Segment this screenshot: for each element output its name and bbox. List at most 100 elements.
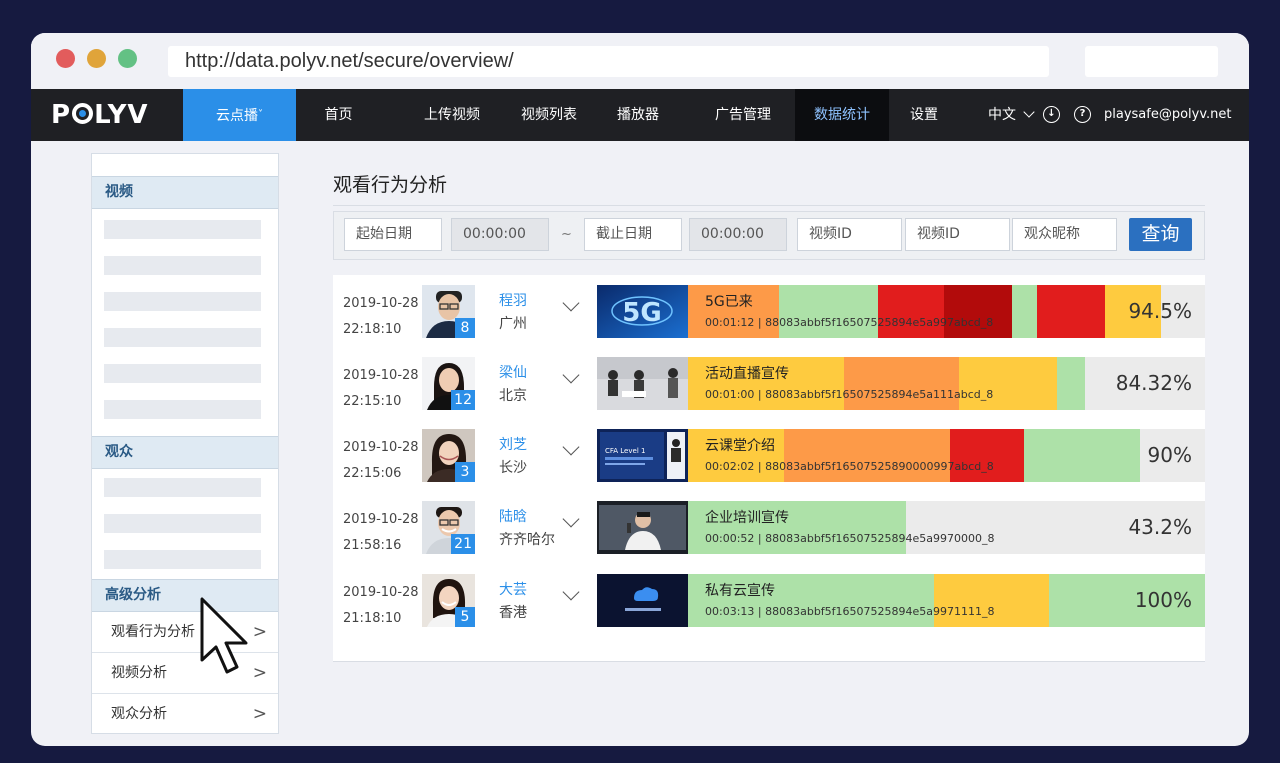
sidebar-placeholder — [104, 550, 261, 569]
sidebar-section-video[interactable]: 视频 — [92, 176, 278, 209]
view-time: 22:15:06 — [343, 466, 402, 481]
query-button[interactable]: 查询 — [1129, 218, 1192, 251]
thumbnail-text: 5G — [622, 298, 661, 328]
viewer-name[interactable]: 程羽 — [499, 290, 527, 310]
view-count-badge: 8 — [455, 318, 475, 338]
expand-chevron-icon[interactable] — [562, 438, 580, 456]
chevron-right-icon: > — [252, 704, 267, 724]
start-time-field[interactable]: 00:00:00 — [451, 218, 549, 251]
nav-home[interactable]: 首页 — [296, 89, 381, 141]
polyv-logo[interactable]: P LYV — [51, 89, 149, 141]
heatmap-bar: 云课堂介绍 00:02:02 | 88083abbf5f165075258900… — [688, 429, 1205, 482]
video-meta: 00:02:02 | 88083abbf5f16507525890000997a… — [705, 460, 994, 473]
viewer-city: 齐齐哈尔 — [499, 532, 555, 548]
heatmap-bar: 私有云宣传 00:03:13 | 88083abbf5f16507525894e… — [688, 574, 1205, 627]
video-meta: 00:00:52 | 88083abbf5f16507525894e5a9970… — [705, 532, 995, 545]
video-title: 云课堂介绍 — [705, 438, 775, 454]
browser-titlebar: http://data.polyv.net/secure/overview/ — [31, 33, 1249, 89]
completion-percent: 90% — [1147, 443, 1192, 467]
video-meta: 00:03:13 | 88083abbf5f16507525894e5a9971… — [705, 605, 995, 618]
table-row[interactable]: 2019-10-28 21:58:16 21 陆晗 齐齐哈尔 企业培训宣传 00:… — [333, 491, 1205, 563]
sidebar-item-label: 观看行为分析 — [111, 624, 195, 640]
nav-statistics[interactable]: 数据统计 — [795, 89, 889, 141]
viewer-city: 长沙 — [499, 460, 527, 476]
user-email[interactable]: playsafe@polyv.net — [1104, 89, 1232, 141]
video-meta: 00:01:00 | 88083abbf5f16507525894e5a111a… — [705, 388, 994, 401]
completion-percent: 94.5% — [1128, 299, 1192, 323]
video-thumbnail[interactable] — [597, 574, 688, 627]
browser-search-box[interactable] — [1085, 46, 1218, 77]
view-time: 21:18:10 — [343, 611, 402, 626]
expand-chevron-icon[interactable] — [562, 510, 580, 528]
nav-ad-management[interactable]: 广告管理 — [701, 89, 785, 141]
nav-player[interactable]: 播放器 — [596, 89, 680, 141]
language-selector[interactable]: 中文 — [988, 89, 1036, 141]
view-datetime: 2019-10-28 21:58:16 — [343, 507, 419, 559]
viewer-name[interactable]: 陆晗 — [499, 506, 527, 526]
viewer-city: 广州 — [499, 316, 527, 332]
nav-upload[interactable]: 上传视频 — [409, 89, 495, 141]
sidebar-item-label: 观众分析 — [111, 706, 167, 722]
video-title: 5G已来 — [705, 294, 753, 310]
view-count-badge: 3 — [455, 462, 475, 482]
page-title: 观看行为分析 — [333, 170, 1205, 206]
video-thumbnail[interactable] — [597, 357, 688, 410]
help-icon[interactable]: ? — [1074, 106, 1091, 123]
viewer-nickname-field[interactable]: 观众昵称 — [1012, 218, 1117, 251]
mouse-cursor-icon — [199, 596, 255, 680]
sidebar-placeholder — [104, 292, 261, 311]
expand-chevron-icon[interactable] — [562, 366, 580, 384]
maximize-window-button[interactable] — [118, 49, 137, 68]
sidebar-placeholder — [104, 478, 261, 497]
start-date-field[interactable]: 起始日期 — [344, 218, 442, 251]
close-window-button[interactable] — [56, 49, 75, 68]
completion-percent: 84.32% — [1115, 371, 1192, 395]
nav-settings[interactable]: 设置 — [889, 89, 959, 141]
video-id-field-2[interactable]: 视频ID — [905, 218, 1010, 251]
nav-vod-label: 云点播 — [216, 108, 258, 124]
table-row[interactable]: 2019-10-28 22:15:10 12 梁仙 北京 活动直播宣传 00:0… — [333, 347, 1205, 419]
nav-video-list[interactable]: 视频列表 — [506, 89, 592, 141]
table-row[interactable]: 2019-10-28 21:18:10 5 大芸 香港 私有云宣传 00:03:1… — [333, 564, 1205, 636]
table-row[interactable]: 2019-10-28 22:15:06 3 刘芝 长沙 CFA Level 1 云… — [333, 419, 1205, 491]
sidebar-placeholder — [104, 220, 261, 239]
sidebar-section-audience[interactable]: 观众 — [92, 436, 278, 469]
sidebar-placeholder — [104, 256, 261, 275]
sidebar-placeholder — [104, 400, 261, 419]
avatar: 21 — [422, 501, 475, 554]
view-date: 2019-10-28 — [343, 440, 419, 455]
view-datetime: 2019-10-28 21:18:10 — [343, 580, 419, 632]
sidebar-placeholder — [104, 328, 261, 347]
viewer-name[interactable]: 梁仙 — [499, 362, 527, 382]
expand-chevron-icon[interactable] — [562, 583, 580, 601]
expand-chevron-icon[interactable] — [562, 294, 580, 312]
minimize-window-button[interactable] — [87, 49, 106, 68]
video-thumbnail[interactable]: CFA Level 1 — [597, 429, 688, 482]
chevron-down-icon: ˅ — [258, 109, 263, 120]
table-row[interactable]: 2019-10-28 22:18:10 8 程羽 广州 5G 5G已来 00:0… — [333, 275, 1205, 347]
video-thumbnail[interactable]: 5G — [597, 285, 688, 338]
viewer-city: 北京 — [499, 388, 527, 404]
video-id-field[interactable]: 视频ID — [797, 218, 902, 251]
view-time: 22:18:10 — [343, 322, 402, 337]
end-date-field[interactable]: 截止日期 — [584, 218, 682, 251]
sidebar-item-audience-analysis[interactable]: 观众分析 > — [92, 694, 278, 735]
address-bar[interactable]: http://data.polyv.net/secure/overview/ — [168, 46, 1049, 77]
avatar: 5 — [422, 574, 475, 627]
video-title: 企业培训宣传 — [705, 510, 789, 526]
viewer-city: 香港 — [499, 605, 527, 621]
view-count-badge: 21 — [451, 534, 475, 554]
heatmap-bar: 企业培训宣传 00:00:52 | 88083abbf5f16507525894… — [688, 501, 1205, 554]
download-icon[interactable]: ↓ — [1043, 106, 1060, 123]
nav-vod[interactable]: 云点播˅ — [183, 89, 296, 141]
view-date: 2019-10-28 — [343, 368, 419, 383]
end-time-field[interactable]: 00:00:00 — [689, 218, 787, 251]
view-time: 21:58:16 — [343, 538, 402, 553]
avatar: 8 — [422, 285, 475, 338]
view-date: 2019-10-28 — [343, 512, 419, 527]
video-thumbnail[interactable] — [597, 501, 688, 554]
sidebar-placeholder — [104, 364, 261, 383]
viewer-name[interactable]: 刘芝 — [499, 434, 527, 454]
view-datetime: 2019-10-28 22:15:10 — [343, 363, 419, 415]
viewer-name[interactable]: 大芸 — [499, 579, 527, 599]
